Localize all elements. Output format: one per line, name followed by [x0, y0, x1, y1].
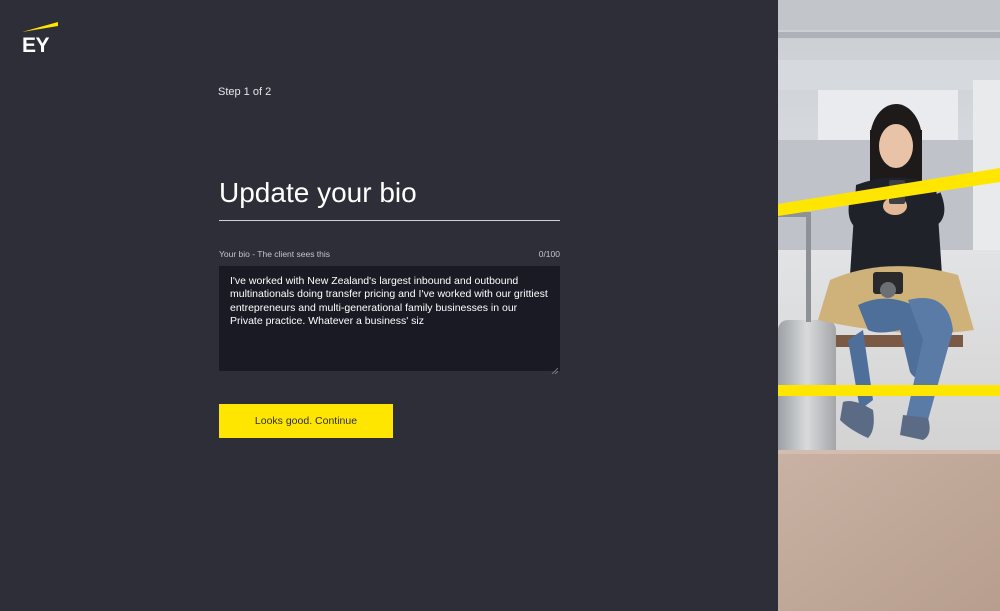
logo-beam-icon: [22, 22, 58, 32]
page: EY Step 1 of 2 Update your bio Your bio …: [0, 0, 1000, 611]
bio-field-meta: Your bio - The client sees this 0/100: [219, 249, 560, 259]
woman-with-phone-photo: [778, 0, 1000, 611]
bio-field-label: Your bio - The client sees this: [219, 248, 331, 259]
main-panel: EY Step 1 of 2 Update your bio Your bio …: [0, 0, 778, 611]
resize-grip-icon[interactable]: [551, 367, 558, 374]
bio-textarea[interactable]: I've worked with New Zealand's largest i…: [219, 265, 560, 371]
ey-logo[interactable]: EY: [22, 22, 58, 58]
hero-photo: [778, 0, 1000, 611]
continue-button[interactable]: Looks good. Continue: [219, 403, 393, 438]
step-indicator: Step 1 of 2: [218, 86, 272, 98]
bio-char-counter: 0/100: [538, 248, 560, 259]
logo-text: EY: [22, 34, 50, 57]
page-title: Update your bio: [219, 176, 560, 221]
bio-form: Update your bio Your bio - The client se…: [219, 176, 560, 438]
bio-input-wrapper: I've worked with New Zealand's largest i…: [219, 259, 560, 376]
